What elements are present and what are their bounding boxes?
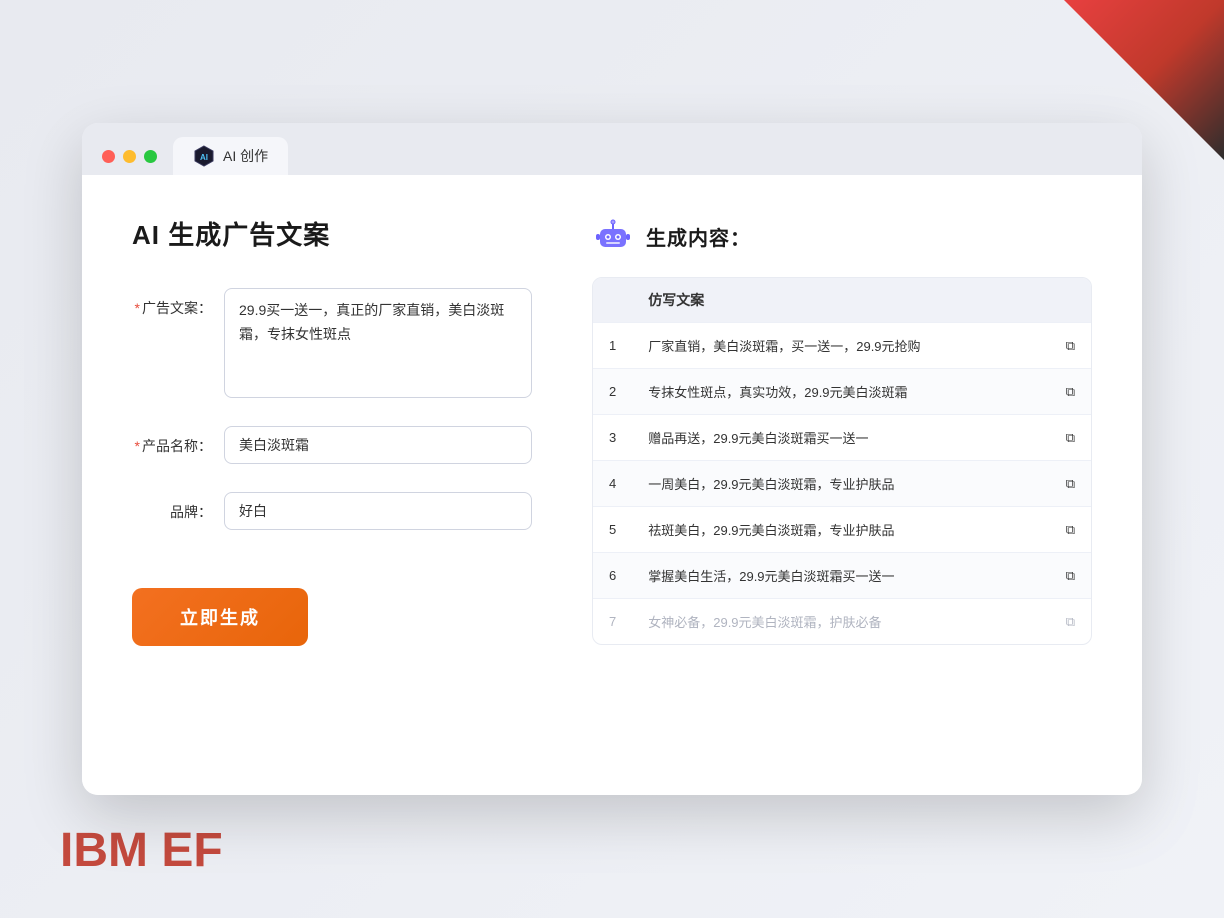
row-text: 祛斑美白，29.9元美白淡斑霜，专业护肤品 (632, 506, 1049, 552)
brand-row: 品牌： (132, 492, 532, 530)
row-number: 1 (593, 322, 632, 368)
ad-copy-row: *广告文案： 29.9买一送一，真正的厂家直销，美白淡斑霜，专抹女性斑点 (132, 288, 532, 398)
row-text: 掌握美白生活，29.9元美白淡斑霜买一送一 (632, 552, 1049, 598)
browser-tab[interactable]: AI AI 创作 (173, 137, 288, 175)
row-text: 厂家直销，美白淡斑霜，买一送一，29.9元抢购 (632, 322, 1049, 368)
svg-text:AI: AI (200, 153, 208, 162)
ad-copy-required: * (135, 300, 140, 316)
result-table: 仿写文案 1 厂家直销，美白淡斑霜，买一送一，29.9元抢购 ⧉ 2 专抹女性斑… (592, 277, 1092, 645)
table-row: 6 掌握美白生活，29.9元美白淡斑霜买一送一 ⧉ (593, 552, 1091, 598)
row-number: 6 (593, 552, 632, 598)
copy-icon[interactable]: ⧉ (1050, 322, 1091, 368)
table-row: 4 一周美白，29.9元美白淡斑霜，专业护肤品 ⧉ (593, 460, 1091, 506)
row-text: 一周美白，29.9元美白淡斑霜，专业护肤品 (632, 460, 1049, 506)
row-number: 3 (593, 414, 632, 460)
row-text: 女神必备，29.9元美白淡斑霜，护肤必备 (632, 598, 1049, 644)
table-row: 5 祛斑美白，29.9元美白淡斑霜，专业护肤品 ⧉ (593, 506, 1091, 552)
row-number: 2 (593, 368, 632, 414)
robot-icon (592, 215, 634, 257)
ai-tab-icon: AI (193, 145, 215, 167)
ad-copy-input[interactable]: 29.9买一送一，真正的厂家直销，美白淡斑霜，专抹女性斑点 (224, 288, 532, 398)
brand-input[interactable] (224, 492, 532, 530)
generate-button[interactable]: 立即生成 (132, 588, 308, 646)
copy-icon[interactable]: ⧉ (1050, 598, 1091, 644)
copy-icon[interactable]: ⧉ (1050, 506, 1091, 552)
product-name-input[interactable] (224, 426, 532, 464)
right-panel: 生成内容： 仿写文案 1 厂家直销，美白淡斑霜，买一送一，29.9元抢购 ⧉ 2… (592, 215, 1092, 745)
result-title: 生成内容： (646, 222, 751, 251)
copy-icon[interactable]: ⧉ (1050, 368, 1091, 414)
product-name-required: * (135, 438, 140, 454)
copy-icon[interactable]: ⧉ (1050, 552, 1091, 598)
result-header: 生成内容： (592, 215, 1092, 257)
browser-chrome: AI AI 创作 (82, 123, 1142, 175)
table-col-text: 仿写文案 (632, 278, 1049, 322)
product-name-row: *产品名称： (132, 426, 532, 464)
table-col-copy (1050, 278, 1091, 322)
traffic-light-yellow[interactable] (123, 150, 136, 163)
table-row: 3 赠品再送，29.9元美白淡斑霜买一送一 ⧉ (593, 414, 1091, 460)
row-text: 赠品再送，29.9元美白淡斑霜买一送一 (632, 414, 1049, 460)
left-panel: AI 生成广告文案 *广告文案： 29.9买一送一，真正的厂家直销，美白淡斑霜，… (132, 215, 532, 745)
traffic-light-green[interactable] (144, 150, 157, 163)
copy-icon[interactable]: ⧉ (1050, 414, 1091, 460)
ad-copy-label: *广告文案： (132, 288, 212, 318)
table-row: 1 厂家直销，美白淡斑霜，买一送一，29.9元抢购 ⧉ (593, 322, 1091, 368)
row-text: 专抹女性斑点，真实功效，29.9元美白淡斑霜 (632, 368, 1049, 414)
row-number: 5 (593, 506, 632, 552)
browser-window: AI AI 创作 AI 生成广告文案 *广告文案： 29.9买一送一，真正的厂家… (82, 123, 1142, 795)
row-number: 7 (593, 598, 632, 644)
page-title: AI 生成广告文案 (132, 215, 532, 252)
row-number: 4 (593, 460, 632, 506)
traffic-lights (102, 150, 157, 163)
browser-content: AI 生成广告文案 *广告文案： 29.9买一送一，真正的厂家直销，美白淡斑霜，… (82, 175, 1142, 795)
table-row: 2 专抹女性斑点，真实功效，29.9元美白淡斑霜 ⧉ (593, 368, 1091, 414)
table-col-num (593, 278, 632, 322)
table-row: 7 女神必备，29.9元美白淡斑霜，护肤必备 ⧉ (593, 598, 1091, 644)
traffic-light-red[interactable] (102, 150, 115, 163)
tab-title: AI 创作 (223, 146, 268, 166)
ibm-ef-text: IBM EF (60, 823, 223, 878)
copy-icon[interactable]: ⧉ (1050, 460, 1091, 506)
brand-label: 品牌： (132, 492, 212, 522)
product-name-label: *产品名称： (132, 426, 212, 456)
